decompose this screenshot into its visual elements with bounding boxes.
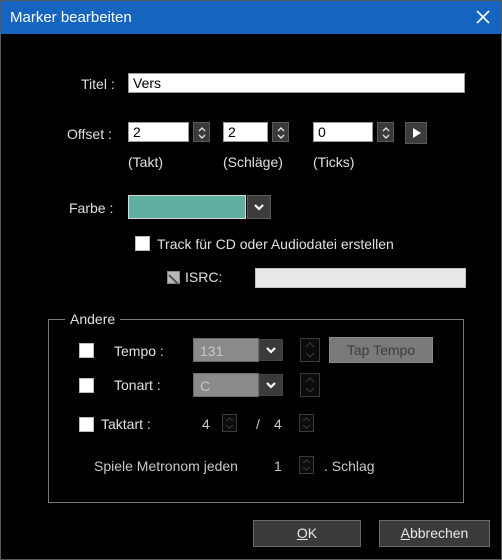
ok-button[interactable]: OK [253,520,361,547]
tempo-select[interactable]: 131 [193,338,259,362]
close-icon[interactable] [471,5,495,29]
marker-dialog: Marker bearbeiten Titel : Vers Offset : … [0,0,502,560]
play-icon [413,128,421,138]
isrc-checkbox[interactable] [167,271,180,285]
stepper-arrows-icon [198,127,206,139]
taktart-denominator: 4 [274,416,282,432]
play-button[interactable] [405,122,427,144]
andere-group-title: Andere [65,311,121,327]
dialog-title: Marker bearbeiten [10,9,132,26]
tempo-stepper[interactable] [300,338,320,362]
cd-track-label: Track für CD oder Audiodatei erstellen [157,236,394,252]
tonart-select[interactable]: C [193,373,259,397]
cancel-rest: bbrechen [409,525,469,541]
stepper-arrows-icon [305,342,315,358]
title-bar: Marker bearbeiten [1,1,501,34]
color-swatch[interactable] [128,195,246,219]
tonart-dropdown-button[interactable] [259,374,283,396]
stepper-arrows-icon [305,377,315,393]
taktart-label: Taktart : [101,416,151,432]
stepper-arrows-icon [302,459,311,471]
cancel-accel: A [400,525,410,541]
takt-caption: (Takt) [128,154,163,170]
tonart-checkbox[interactable] [79,378,94,393]
stepper-arrows-icon [302,417,311,429]
stepper-arrows-icon [382,127,390,139]
taktart-denominator-stepper[interactable] [299,414,314,432]
tempo-checkbox[interactable] [79,343,94,358]
cd-track-checkbox[interactable] [135,236,150,251]
chevron-down-icon [254,204,264,211]
offset-schlaege-input[interactable]: 2 [223,122,268,142]
chevron-down-icon [266,347,276,354]
metronom-stepper[interactable] [299,456,314,474]
offset-takt-input[interactable]: 2 [128,122,189,142]
offset-takt-stepper[interactable] [193,122,210,142]
offset-schlaege-stepper[interactable] [272,122,289,142]
tonart-stepper[interactable] [300,373,320,397]
tempo-dropdown-button[interactable] [259,339,283,361]
offset-label: Offset : [67,126,112,142]
ticks-caption: (Ticks) [313,154,355,170]
stepper-arrows-icon [225,417,234,429]
farbe-label: Farbe : [69,200,114,216]
cancel-button[interactable]: Abbrechen [379,520,490,547]
taktart-numerator: 4 [202,416,210,432]
offset-ticks-stepper[interactable] [377,122,394,142]
offset-ticks-input[interactable]: 0 [313,122,373,142]
isrc-input[interactable] [255,268,466,288]
schlaege-caption: (Schläge) [223,154,283,170]
titel-label: Titel : [81,76,115,92]
metronom-prefix: Spiele Metronom jeden [94,458,238,474]
tonart-label: Tonart : [114,377,161,393]
tap-tempo-button[interactable]: Tap Tempo [329,337,433,363]
color-dropdown-button[interactable] [247,195,271,219]
chevron-down-icon [266,382,276,389]
taktart-numerator-stepper[interactable] [222,414,237,432]
ok-rest: K [307,525,318,541]
titel-input[interactable]: Vers [128,73,465,93]
metronom-suffix: . Schlag [324,458,375,474]
taktart-separator: / [256,416,260,432]
indeterminate-icon [168,274,179,285]
tempo-label: Tempo : [114,343,164,359]
ok-accel: O [296,525,308,541]
isrc-label: ISRC: [185,269,223,285]
stepper-arrows-icon [277,127,285,139]
taktart-checkbox[interactable] [79,417,94,432]
metronom-value: 1 [274,458,282,474]
